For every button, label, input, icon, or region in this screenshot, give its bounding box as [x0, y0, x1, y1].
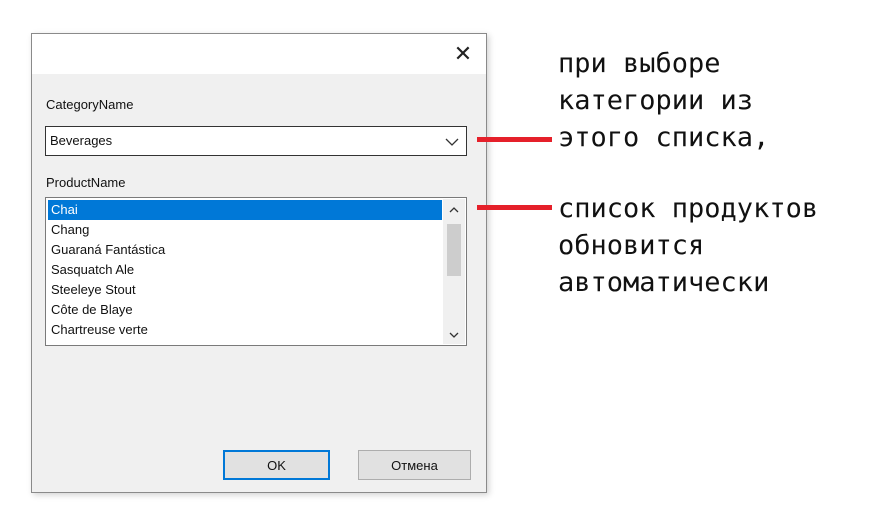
dialog-titlebar: ✕: [32, 34, 486, 74]
screenshot-canvas: ✕ CategoryName Beverages ProductName Cha…: [0, 0, 896, 522]
list-item[interactable]: Guaraná Fantástica: [48, 240, 442, 260]
category-combobox[interactable]: Beverages: [45, 126, 467, 156]
list-item[interactable]: Steeleye Stout: [48, 280, 442, 300]
product-list: Chai Chang Guaraná Fantástica Sasquatch Ale…: [48, 200, 442, 340]
annotation-line: автоматически: [558, 267, 770, 298]
product-label: ProductName: [46, 175, 126, 190]
product-listbox[interactable]: Chai Chang Guaraná Fantástica Sasquatch Ale…: [45, 197, 467, 346]
scroll-up-button[interactable]: [443, 201, 465, 219]
list-item[interactable]: Chai: [48, 200, 442, 220]
chevron-down-icon: [449, 332, 459, 338]
chevron-down-icon[interactable]: [444, 131, 460, 151]
category-label: CategoryName: [46, 97, 134, 112]
dialog-window: ✕ CategoryName Beverages ProductName Cha…: [31, 33, 487, 493]
annotation-line: список продуктов: [558, 193, 819, 224]
pointer-arrow-products: [477, 205, 552, 210]
scroll-down-button[interactable]: [443, 326, 465, 344]
pointer-arrow-category: [477, 137, 552, 142]
annotation-line: обновится: [558, 230, 705, 261]
annotation-top: при выборе категории из этого списка,: [558, 45, 769, 156]
category-combobox-value: Beverages: [50, 133, 113, 148]
list-item[interactable]: Chang: [48, 220, 442, 240]
cancel-button[interactable]: Отмена: [358, 450, 471, 480]
scroll-thumb[interactable]: [447, 224, 461, 276]
close-button[interactable]: ✕: [448, 40, 478, 68]
annotation-bottom: список продуктов обновится автоматически: [558, 190, 818, 301]
chevron-up-icon: [449, 207, 459, 213]
list-item[interactable]: Sasquatch Ale: [48, 260, 442, 280]
annotation-line: категории из: [558, 85, 754, 116]
list-item[interactable]: Côte de Blaye: [48, 300, 442, 320]
vertical-scrollbar[interactable]: [443, 199, 465, 344]
close-icon: ✕: [453, 41, 473, 67]
annotation-line: при выборе: [558, 48, 721, 79]
ok-button[interactable]: OK: [223, 450, 330, 480]
annotation-line: этого списка,: [558, 122, 770, 153]
list-item[interactable]: Chartreuse verte: [48, 320, 442, 340]
